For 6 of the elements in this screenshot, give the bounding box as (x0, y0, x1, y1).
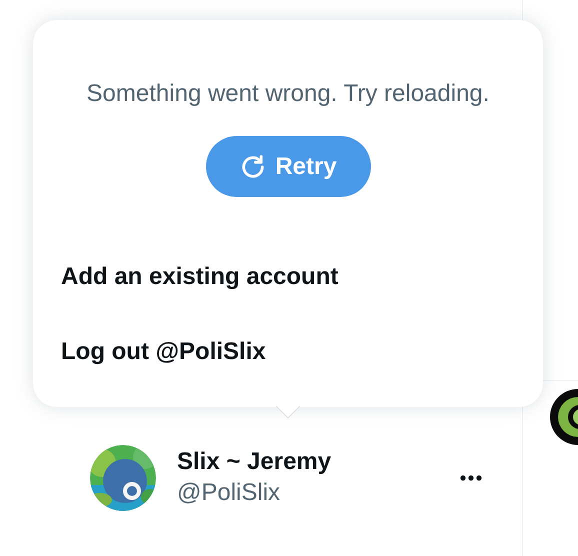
menu-item[interactable]: Add an existing account (33, 239, 543, 314)
account-handle: @PoliSlix (177, 478, 282, 508)
account-name: Slix ~ Jeremy (177, 447, 332, 477)
more-icon[interactable] (460, 475, 482, 481)
error-message: Something went wrong. Try reloading. (86, 79, 490, 109)
menu-item[interactable]: Log out @PoliSlix (33, 314, 543, 389)
